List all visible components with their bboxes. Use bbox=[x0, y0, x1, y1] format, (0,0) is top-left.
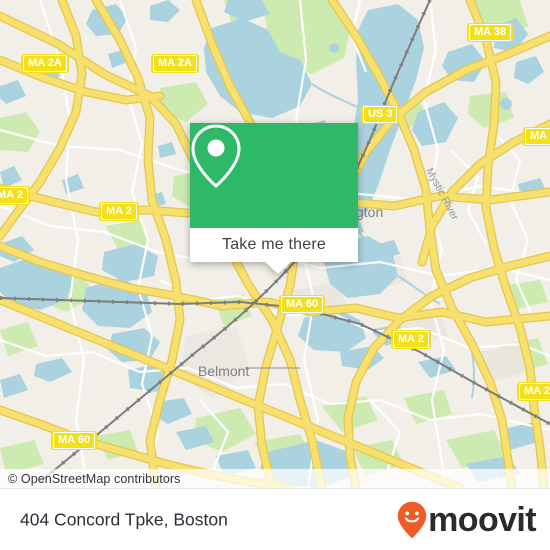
highway-shield: MA 60 bbox=[51, 431, 97, 450]
map-canvas[interactable]: MA 2A MA 2A MA 38 US 3 MA MA 2 MA 2 MA 6… bbox=[0, 0, 550, 488]
popup-pointer bbox=[265, 262, 291, 274]
screenshot-root: MA 2A MA 2A MA 38 US 3 MA MA 2 MA 2 MA 6… bbox=[0, 0, 550, 550]
highway-shield: MA 38 bbox=[467, 23, 513, 42]
highway-shield: MA 2A bbox=[21, 54, 69, 73]
popup-action-label: Take me there bbox=[222, 236, 326, 253]
map-pin-icon bbox=[191, 124, 241, 188]
popup-action-button[interactable]: Take me there bbox=[190, 228, 358, 262]
highway-shield: MA 60 bbox=[279, 295, 325, 314]
moovit-pin-smiley-icon bbox=[397, 501, 427, 539]
address-label: 404 Concord Tpke, Boston bbox=[20, 509, 228, 530]
highway-shield: MA 2 bbox=[391, 330, 431, 349]
highway-shield: US 3 bbox=[361, 105, 400, 124]
destination-popup[interactable]: Take me there bbox=[190, 123, 358, 274]
highway-shield: MA 2A bbox=[151, 54, 199, 73]
place-label-arlington: gton bbox=[356, 204, 384, 220]
popup-header bbox=[190, 123, 358, 228]
highway-shield: MA 2A bbox=[517, 382, 550, 401]
moovit-wordmark: moovit bbox=[428, 501, 536, 539]
footer-bar: 404 Concord Tpke, Boston moovit bbox=[0, 488, 550, 550]
highway-shield: MA bbox=[523, 127, 550, 146]
place-label-belmont: Belmont bbox=[198, 363, 250, 379]
moovit-logo[interactable]: moovit bbox=[397, 501, 537, 539]
highway-shield: MA 2 bbox=[99, 202, 139, 221]
highway-shield: MA 2 bbox=[0, 186, 30, 205]
osm-attribution[interactable]: © OpenStreetMap contributors bbox=[8, 472, 181, 486]
